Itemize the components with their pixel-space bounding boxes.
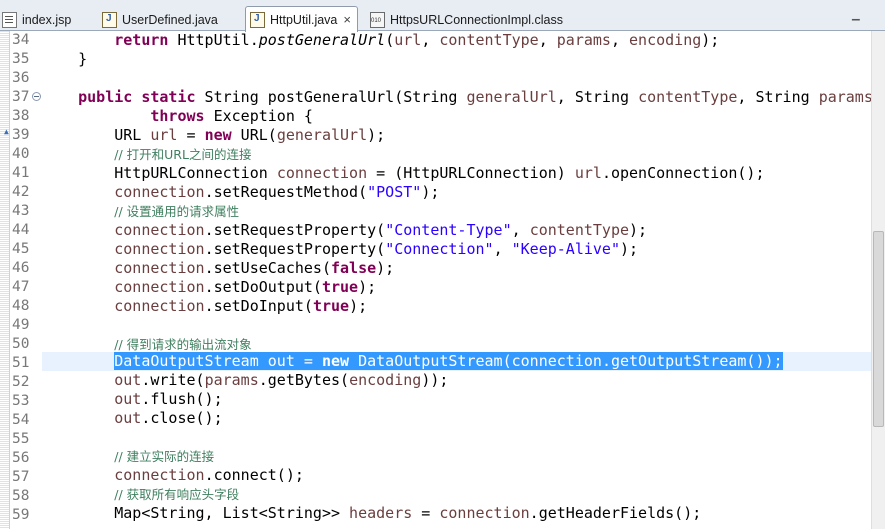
fold-collapse-icon[interactable] (32, 92, 41, 101)
line-number: 42 (12, 184, 30, 200)
line-number: 48 (12, 298, 30, 314)
line-number: 51 (12, 355, 30, 371)
line-number: 47 (12, 279, 30, 295)
line-number: 35 (12, 51, 30, 67)
line-number: 40 (12, 146, 30, 162)
scrollbar-thumb[interactable] (873, 231, 884, 427)
line-number: 59 (12, 507, 30, 523)
code-line: connection.setRequestMethod("POST"); (114, 183, 440, 201)
code-line: } (42, 50, 88, 68)
code-line: public static String postGeneralUrl(Stri… (78, 88, 871, 106)
vertical-scrollbar[interactable] (871, 31, 885, 529)
line-number: 39 (12, 127, 30, 143)
code-line: // 打开和URL之间的连接 (114, 147, 252, 162)
minimize-icon[interactable]: ▁ (852, 10, 860, 21)
tab-label: UserDefined.java (122, 12, 218, 27)
tab-httpsurlconnectionimpl-class[interactable]: HttpsURLConnectionImpl.class (370, 8, 563, 31)
code-line: URL url = new URL(generalUrl); (42, 126, 386, 144)
line-number: 45 (12, 241, 30, 257)
code-line: out.close(); (114, 409, 223, 427)
java-file-icon (250, 11, 265, 28)
tab-httputil-java[interactable]: HttpUtil.java × (245, 6, 358, 32)
tab-label: HttpUtil.java (270, 12, 338, 27)
line-number: 56 (12, 450, 30, 466)
line-number: 54 (12, 412, 30, 428)
code-line: // 设置通用的请求属性 (114, 204, 240, 219)
java-file-icon (102, 11, 117, 28)
close-tab-icon[interactable]: × (343, 12, 351, 27)
tab-index-jsp[interactable]: index.jsp (2, 8, 71, 31)
line-number: 34 (12, 32, 30, 48)
jsp-file-icon (2, 11, 17, 28)
quick-diff-ruler (0, 31, 10, 529)
code-editor[interactable]: 34 35 36 37 38 39 40 41 42 43 44 45 46 4… (0, 31, 885, 529)
code-line: // 建立实际的连接 (114, 449, 215, 464)
code-line: connection.setRequestProperty("Connectio… (114, 240, 639, 258)
line-number: 49 (12, 317, 30, 333)
line-number: 41 (12, 165, 30, 181)
class-file-icon (370, 11, 385, 28)
code-area[interactable]: return HttpUtil.postGeneralUrl(url, cont… (42, 31, 871, 529)
code-line: throws Exception { (150, 107, 313, 125)
line-number: 58 (12, 488, 30, 504)
line-number: 55 (12, 431, 30, 447)
code-line: out.write(params.getBytes(encoding)); (114, 371, 449, 389)
line-number: 43 (12, 203, 30, 219)
line-number: 36 (12, 70, 30, 86)
code-line: // 获取所有响应头字段 (114, 487, 240, 502)
code-line: connection.setUseCaches(false); (114, 259, 395, 277)
tab-label: index.jsp (22, 12, 72, 27)
line-number: 53 (12, 393, 30, 409)
code-line: connection.setDoOutput(true); (114, 278, 377, 296)
line-number: 38 (12, 108, 30, 124)
tab-userdefined-java[interactable]: UserDefined.java (102, 8, 218, 31)
code-line: out.flush(); (114, 390, 223, 408)
code-line: Map<String, List<String>> headers = conn… (42, 504, 702, 522)
code-line: return HttpUtil.postGeneralUrl(url, cont… (114, 31, 720, 49)
line-number: 46 (12, 260, 30, 276)
code-line-selected: DataOutputStream out = new DataOutputStr… (42, 352, 783, 371)
code-line: HttpURLConnection connection = (HttpURLC… (42, 164, 765, 182)
line-number: 44 (12, 222, 30, 238)
override-indicator-icon: ▲ (4, 127, 9, 136)
line-number: 57 (12, 469, 30, 485)
line-number: 52 (12, 374, 30, 390)
code-line: connection.connect(); (114, 466, 304, 484)
tab-label: HttpsURLConnectionImpl.class (390, 12, 563, 27)
code-line: connection.setDoInput(true); (114, 297, 368, 315)
code-line: connection.setRequestProperty("Content-T… (114, 221, 648, 239)
text-selection: DataOutputStream out = new DataOutputStr… (114, 352, 783, 370)
line-number: 50 (12, 336, 30, 352)
editor-tab-bar: index.jsp UserDefined.java HttpUtil.java… (0, 0, 885, 32)
